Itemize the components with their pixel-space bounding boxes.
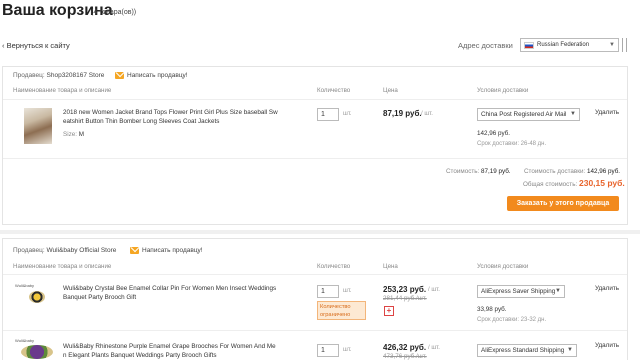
size-value: M — [78, 131, 84, 138]
item-price: 253,23 руб. — [383, 285, 427, 294]
shipping-subtotal-label: Стоимость доставки: — [524, 168, 586, 175]
chevron-down-icon: ▼ — [570, 111, 576, 117]
chevron-down-icon: ▼ — [567, 347, 573, 353]
shipping-method-value: AliExpress Standard Shipping — [481, 347, 565, 354]
store-block: Продавец: Wuli&baby Official Store Напис… — [2, 238, 628, 360]
resize-handle[interactable] — [622, 38, 627, 52]
product-title-line: eatshirt Button Thin Bomber Long Sleeves… — [63, 117, 220, 125]
product-title-line: 2018 new Women Jacket Brand Tops Flower … — [63, 109, 278, 116]
divider — [3, 99, 627, 100]
col-price-header: Цена — [383, 87, 398, 94]
shipping-method-value: China Post Registered Air Mail — [481, 111, 567, 118]
shipping-method-select[interactable]: China Post Registered Air Mail ▼ — [477, 108, 580, 121]
divider — [3, 158, 627, 159]
message-seller-link[interactable]: Написать продавцу! — [130, 247, 203, 254]
seller-label: Продавец: — [13, 247, 45, 254]
shipping-subtotal: Стоимость доставки: 142,96 руб. — [524, 168, 620, 175]
product-title-line: Banquet Party Brooch Gift — [63, 293, 137, 301]
cart-count: (4 товара(ов)) — [91, 9, 137, 16]
delivery-term: Срок доставки: 23-32 дн. — [477, 317, 547, 323]
message-seller-label: Написать продавцу! — [142, 247, 203, 254]
shipping-country-select[interactable]: Russian Federation ▼ — [520, 38, 619, 52]
quantity-unit: шт. — [343, 288, 352, 294]
product-title-line: Wuli&baby Crystal Bee Enamel Collar Pin … — [63, 285, 277, 292]
back-to-site-link[interactable]: ‹ Вернуться к сайту — [2, 41, 70, 50]
col-price-header: Цена — [383, 263, 398, 270]
order-total-value: 230,15 руб. — [578, 178, 625, 188]
col-name-header: Наименование товара и описание — [13, 263, 112, 270]
chevron-down-icon: ▼ — [555, 288, 561, 294]
seller-name[interactable]: Wuli&baby Official Store — [47, 247, 117, 254]
quantity-input[interactable]: 1 — [317, 344, 339, 357]
shipping-method-select[interactable]: AliExpress Standard Shipping ▼ — [477, 344, 577, 357]
order-from-seller-button[interactable]: Заказать у этого продавца — [507, 196, 619, 211]
col-delivery-header: Условия доставки — [477, 87, 529, 94]
section-separator — [0, 230, 640, 234]
product-title[interactable]: 2018 new Women Jacket Brand Tops Flower … — [63, 109, 313, 126]
quantity-unit: шт. — [343, 347, 352, 353]
delete-item-button[interactable]: Удалить — [595, 285, 619, 292]
store-block: Продавец: Shop3208167 Store Написать про… — [2, 66, 628, 225]
col-delivery-header: Условия доставки — [477, 263, 529, 270]
col-qty-header: Количество — [317, 263, 351, 270]
divider — [3, 330, 627, 331]
envelope-icon — [130, 247, 139, 254]
product-title[interactable]: Wuli&Baby Rhinestone Purple Enamel Grape… — [63, 343, 313, 360]
envelope-icon — [115, 72, 124, 79]
plus-icon[interactable]: + — [384, 306, 394, 316]
store-logo-text: Wuli&baby — [15, 283, 35, 288]
shipping-country-value: Russian Federation — [537, 42, 590, 48]
product-title-line: Wuli&Baby Rhinestone Purple Enamel Grape… — [63, 343, 276, 350]
product-thumbnail[interactable] — [24, 108, 52, 144]
message-seller-link[interactable]: Написать продавцу! — [115, 72, 188, 79]
seller-info: Продавец: Wuli&baby Official Store — [13, 247, 116, 254]
shipping-subtotal-value: 142,96 руб. — [587, 168, 621, 175]
chevron-down-icon: ▼ — [609, 42, 615, 48]
russia-flag-icon — [524, 41, 534, 49]
shipping-address-label: Адрес доставки — [458, 41, 513, 50]
price-per-unit: / шт. — [428, 287, 440, 293]
limit-line: ограничено — [320, 312, 351, 318]
col-qty-header: Количество — [317, 87, 351, 94]
order-total: Общая стоимость: 230,15 руб. — [523, 178, 625, 188]
shipping-cost: 142,96 руб. — [477, 130, 511, 137]
size-label: Size: — [63, 131, 77, 138]
subtotal: Стоимость: 87,19 руб. — [446, 168, 511, 175]
item-price: 87,19 руб. — [383, 109, 422, 118]
seller-name[interactable]: Shop3208167 Store — [47, 72, 105, 79]
product-thumbnail[interactable]: Wuli&baby — [15, 283, 59, 311]
quantity-unit: шт. — [343, 111, 352, 117]
limit-line: Количество — [320, 304, 351, 310]
seller-info: Продавец: Shop3208167 Store — [13, 72, 104, 79]
item-price: 426,32 руб. — [383, 343, 427, 352]
bee-brooch-image — [29, 291, 45, 303]
product-size: Size: M — [63, 131, 84, 138]
subtotal-label: Стоимость: — [446, 168, 480, 175]
store-logo-text: Wuli&baby — [15, 338, 35, 343]
seller-label: Продавец: — [13, 72, 45, 79]
order-total-label: Общая стоимость: — [523, 181, 578, 188]
delete-item-button[interactable]: Удалить — [595, 342, 619, 349]
subtotal-value: 87,19 руб. — [481, 168, 511, 175]
delete-item-button[interactable]: Удалить — [595, 109, 619, 116]
old-price: 281,44 руб./шт. — [383, 295, 427, 302]
quantity-input[interactable]: 1 — [317, 285, 339, 298]
quantity-limited-badge: Количество ограничено — [317, 301, 366, 320]
col-name-header: Наименование товара и описание — [13, 87, 112, 94]
price-per-unit: / шт. — [421, 111, 433, 117]
delivery-term: Срок доставки: 26-48 дн. — [477, 141, 547, 147]
grape-brooch-image — [21, 345, 53, 359]
message-seller-label: Написать продавцу! — [127, 72, 188, 79]
price-per-unit: / шт. — [428, 345, 440, 351]
product-thumbnail[interactable]: Wuli&baby — [15, 338, 59, 360]
product-title-line: n Elegant Plants Banquet Weddings Party … — [63, 351, 217, 359]
shipping-method-value: AliExpress Saver Shipping — [481, 288, 556, 295]
quantity-input[interactable]: 1 — [317, 108, 339, 121]
divider — [3, 274, 627, 275]
product-title[interactable]: Wuli&baby Crystal Bee Enamel Collar Pin … — [63, 285, 313, 302]
shipping-cost: 33,98 руб. — [477, 306, 507, 313]
old-price: 473,76 руб./шт. — [383, 353, 427, 360]
shipping-method-select[interactable]: AliExpress Saver Shipping ▼ — [477, 285, 565, 298]
